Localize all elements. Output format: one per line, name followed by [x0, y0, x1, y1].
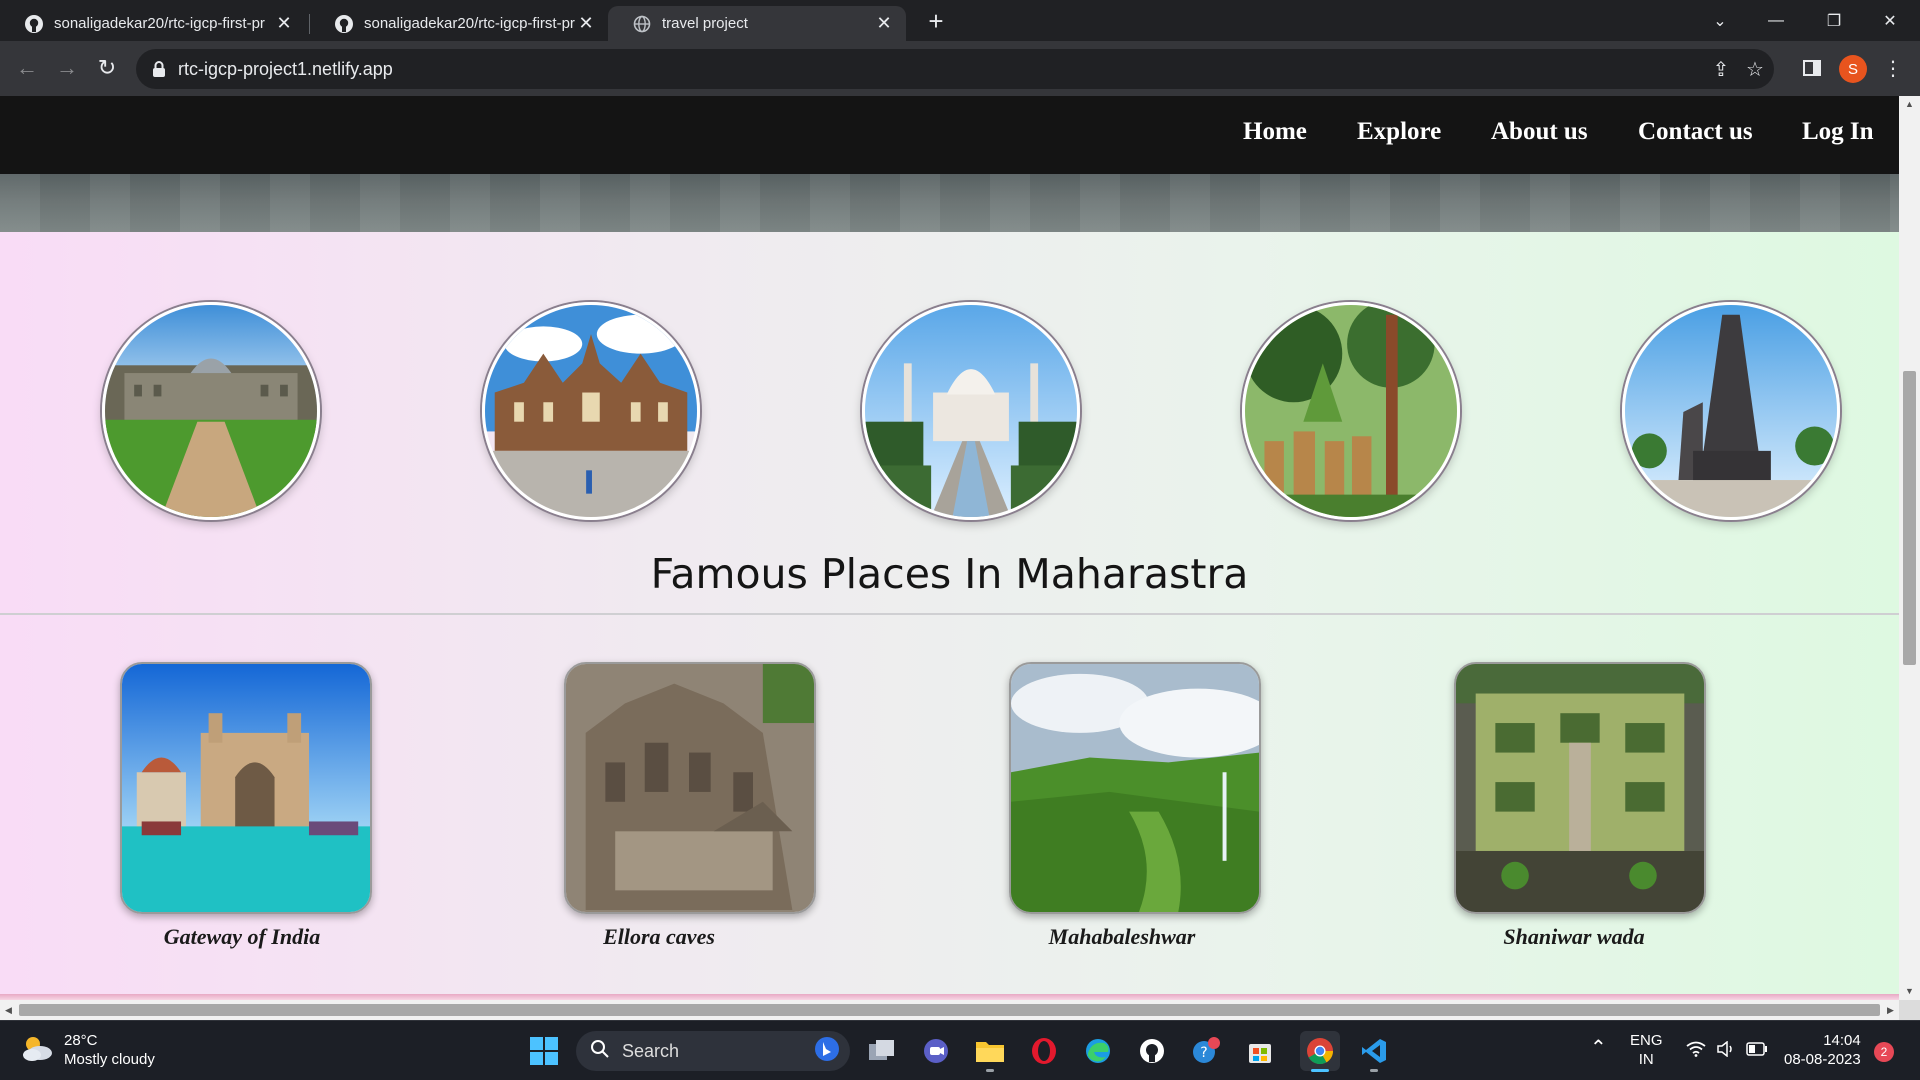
clock[interactable]: 14:04 08-08-2023: [1784, 1031, 1861, 1069]
nav-link-explore[interactable]: Explore: [1357, 118, 1441, 146]
language-code: ENG: [1630, 1032, 1663, 1049]
horizontal-scrollbar[interactable]: ◀ ▶: [0, 1000, 1899, 1020]
nav-link-contact[interactable]: Contact us: [1638, 118, 1753, 146]
browser-tab-1[interactable]: sonaligadekar20/rtc-igcp-first-pr ✕: [0, 6, 306, 41]
scroll-corner: [1899, 1000, 1920, 1020]
windows-start-icon[interactable]: [524, 1031, 564, 1071]
place-circle-image-2: [482, 302, 700, 520]
github-icon: [334, 14, 354, 34]
places-section: Famous Places In Maharastra Gateway of I…: [0, 232, 1899, 1000]
place-circle-image-3: [862, 302, 1080, 520]
tab-search-chevron-icon[interactable]: ⌄: [1692, 0, 1748, 41]
weather-widget[interactable]: 28°C Mostly cloudy: [20, 1031, 155, 1069]
opera-icon[interactable]: [1024, 1031, 1064, 1071]
github-desktop-icon[interactable]: [1132, 1031, 1172, 1071]
cloudy-weather-icon: [20, 1033, 54, 1068]
hero-image-strip: [0, 174, 1899, 232]
tray-overflow-chevron-icon[interactable]: ⌃: [1590, 1038, 1607, 1058]
browser-tab-3-active[interactable]: travel project ✕: [608, 6, 906, 41]
help-icon[interactable]: ?: [1186, 1031, 1226, 1071]
nav-link-login[interactable]: Log In: [1802, 118, 1874, 146]
clock-date: 08-08-2023: [1784, 1051, 1861, 1068]
place-circle-image-4: [1242, 302, 1460, 520]
wifi-icon[interactable]: [1686, 1041, 1706, 1062]
scroll-right-arrow-icon[interactable]: ▶: [1882, 1000, 1899, 1020]
github-icon: [24, 14, 44, 34]
place-circle-image-1: [102, 302, 320, 520]
place-card-image-mahabaleshwar[interactable]: [1009, 662, 1261, 914]
scroll-down-arrow-icon[interactable]: ▼: [1899, 983, 1920, 1000]
close-icon[interactable]: ✕: [576, 13, 596, 34]
minimize-icon[interactable]: —: [1748, 0, 1804, 41]
running-indicator: [986, 1069, 994, 1072]
scroll-left-arrow-icon[interactable]: ◀: [0, 1000, 17, 1020]
chrome-icon[interactable]: [1300, 1031, 1340, 1072]
place-card-image-ellora[interactable]: [564, 662, 816, 914]
url-text: rtc-igcp-project1.netlify.app: [178, 59, 393, 79]
forward-arrow-icon[interactable]: →: [50, 51, 84, 85]
menu-dots-icon[interactable]: ⋮: [1880, 55, 1906, 81]
travel-page: Home Explore About us Contact us Log In: [0, 96, 1899, 1000]
volume-icon[interactable]: [1716, 1040, 1736, 1062]
windows-taskbar: 28°C Mostly cloudy Search ? ⌃ ENG IN 14:…: [0, 1020, 1920, 1080]
teams-chat-icon[interactable]: [916, 1031, 956, 1071]
microsoft-store-icon[interactable]: [1240, 1031, 1280, 1071]
place-caption-mahabaleshwar: Mahabaleshwar: [1048, 924, 1196, 949]
edge-icon[interactable]: [1078, 1031, 1118, 1071]
svg-text:?: ?: [1200, 1045, 1207, 1061]
clock-time: 14:04: [1823, 1032, 1861, 1049]
vertical-scroll-thumb[interactable]: [1903, 371, 1916, 665]
weather-desc: Mostly cloudy: [64, 1051, 155, 1068]
taskbar-search-box[interactable]: Search: [576, 1031, 850, 1071]
weather-temp: 28°C: [64, 1032, 98, 1049]
vscode-icon[interactable]: [1354, 1031, 1394, 1072]
place-card-image-shaniwar[interactable]: [1454, 662, 1706, 914]
reload-icon[interactable]: ↻: [90, 51, 124, 85]
search-icon: [590, 1039, 610, 1064]
tab-title: travel project: [662, 15, 748, 32]
place-card-image-gateway[interactable]: [120, 662, 372, 914]
nav-link-about[interactable]: About us: [1491, 118, 1588, 146]
place-caption-gateway: Gateway of India: [163, 924, 321, 949]
notification-badge[interactable]: 2: [1874, 1042, 1894, 1062]
browser-toolbar: ← → ↻ rtc-igcp-project1.netlify.app ⇪ ☆ …: [0, 41, 1920, 96]
side-panel-icon[interactable]: [1799, 55, 1825, 81]
place-caption-shaniwar: Shaniwar wada: [1503, 924, 1645, 949]
task-view-icon[interactable]: [862, 1031, 902, 1071]
restore-icon[interactable]: ❐: [1806, 0, 1862, 41]
window-close-icon[interactable]: ✕: [1862, 0, 1918, 41]
bing-icon: [814, 1036, 840, 1067]
lock-icon: [152, 60, 166, 83]
back-arrow-icon[interactable]: ←: [10, 51, 44, 85]
region-code: IN: [1638, 1051, 1654, 1068]
scroll-up-arrow-icon[interactable]: ▲: [1899, 96, 1920, 113]
site-navbar: Home Explore About us Contact us Log In: [0, 96, 1899, 174]
running-indicator: [1370, 1069, 1378, 1072]
search-label: Search: [622, 1040, 680, 1061]
language-indicator[interactable]: ENG IN: [1630, 1031, 1663, 1069]
close-icon[interactable]: ✕: [274, 13, 294, 34]
address-bar[interactable]: rtc-igcp-project1.netlify.app ⇪ ☆: [136, 49, 1774, 89]
browser-tab-2[interactable]: sonaligadekar20/rtc-igcp-first-pr ✕: [310, 6, 608, 41]
globe-icon: [632, 14, 652, 34]
profile-avatar[interactable]: S: [1839, 55, 1867, 83]
tab-title: sonaligadekar20/rtc-igcp-first-pr: [54, 15, 265, 32]
bookmark-star-icon[interactable]: ☆: [1742, 56, 1768, 82]
new-tab-icon[interactable]: +: [922, 8, 950, 36]
close-icon[interactable]: ✕: [874, 13, 894, 34]
nav-link-home[interactable]: Home: [1243, 118, 1307, 146]
place-circle-image-5: [1622, 302, 1840, 520]
battery-icon[interactable]: [1746, 1042, 1768, 1061]
share-icon[interactable]: ⇪: [1708, 56, 1734, 82]
web-viewport: Home Explore About us Contact us Log In: [0, 96, 1920, 1020]
horizontal-scroll-thumb[interactable]: [19, 1004, 1880, 1016]
vertical-scrollbar[interactable]: ▲ ▼: [1899, 96, 1920, 1000]
section-title: Famous Places In Maharastra: [650, 550, 1249, 598]
running-indicator: [1311, 1069, 1329, 1072]
section-divider: [0, 613, 1899, 615]
browser-tab-bar: sonaligadekar20/rtc-igcp-first-pr ✕ sona…: [0, 0, 1920, 41]
tab-title: sonaligadekar20/rtc-igcp-first-pr: [364, 15, 575, 32]
file-explorer-icon[interactable]: [970, 1031, 1010, 1072]
place-caption-ellora: Ellora caves: [603, 924, 715, 949]
